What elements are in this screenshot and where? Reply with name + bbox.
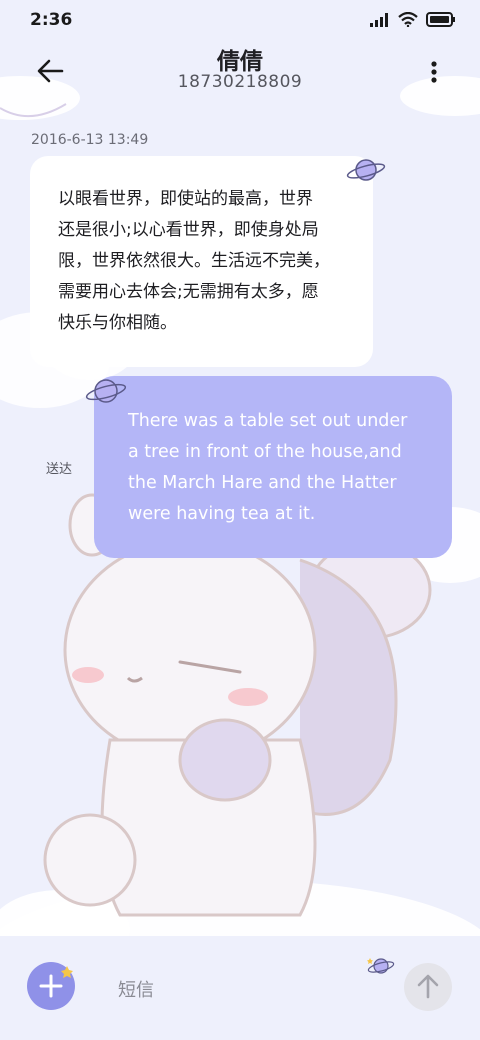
- add-attachment-button[interactable]: [27, 962, 75, 1010]
- outgoing-message-text: There was a table set out under a tree i…: [128, 406, 418, 530]
- message-line: 快乐与你相随。: [58, 313, 177, 333]
- contact-number: 18730218809: [177, 72, 303, 92]
- message-line: 以眼看世界，即使站的最高，世界: [58, 189, 313, 209]
- status-icons: [370, 12, 456, 27]
- message-timestamp: 2016-6-13 13:49: [31, 132, 149, 148]
- planet-sticker-icon: [346, 159, 386, 181]
- status-time: 2:36: [30, 10, 73, 30]
- outgoing-message-bubble[interactable]: There was a table set out under a tree i…: [94, 376, 452, 558]
- contact-name: 倩倩: [217, 49, 263, 75]
- composer-bar: 短信: [0, 936, 480, 1040]
- message-input[interactable]: 短信: [118, 976, 154, 1002]
- incoming-message-text: 以眼看世界，即使站的最高，世界 还是很小;以心看世界，即使身处局 限，世界依然很…: [58, 184, 349, 339]
- planet-sticker-icon: [367, 958, 395, 974]
- planet-sticker-icon: [85, 379, 127, 403]
- message-line: 还是很小;以心看世界，即使身处局: [58, 220, 319, 240]
- plus-icon: [39, 966, 73, 998]
- conversation-header: 倩倩 18730218809: [0, 40, 480, 100]
- more-options-button[interactable]: [426, 56, 442, 88]
- message-line: 限，世界依然很大。生活远不完美，: [58, 251, 330, 271]
- delivery-status: 送达: [46, 462, 73, 477]
- more-vertical-icon: [431, 61, 437, 83]
- battery-icon: [426, 12, 455, 27]
- wifi-icon: [398, 12, 418, 27]
- message-line: There was a table set out under: [128, 411, 408, 431]
- status-bar: 2:36: [0, 0, 480, 40]
- message-line: the March Hare and the Hatter: [128, 473, 397, 493]
- incoming-message-bubble[interactable]: 以眼看世界，即使站的最高，世界 还是很小;以心看世界，即使身处局 限，世界依然很…: [30, 156, 373, 367]
- signal-icon: [370, 12, 388, 27]
- send-button[interactable]: [404, 963, 452, 1011]
- message-line: a tree in front of the house,and: [128, 442, 402, 462]
- message-line: were having tea at it.: [128, 504, 316, 524]
- arrow-up-icon: [417, 974, 439, 999]
- message-line: 需要用心去体会;无需拥有太多，愿: [58, 282, 319, 302]
